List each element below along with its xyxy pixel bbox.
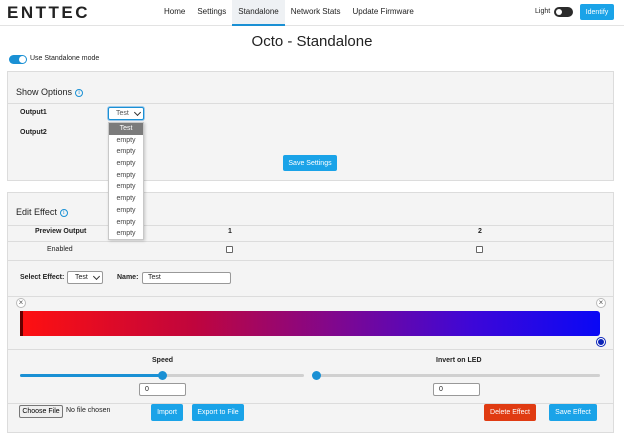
select-effect-dropdown[interactable]: Test [67, 271, 103, 284]
invert-label: Invert on LED [436, 357, 482, 364]
standalone-mode-label: Use Standalone mode [30, 55, 100, 62]
theme-toggle[interactable] [554, 7, 573, 17]
invert-slider[interactable] [312, 371, 600, 380]
divider [8, 296, 613, 297]
save-effect-button[interactable]: Save Effect [549, 404, 597, 421]
export-to-file-button[interactable]: Export to File [192, 404, 244, 421]
enabled-label: Enabled [47, 246, 73, 253]
info-icon[interactable]: i [75, 89, 84, 97]
dropdown-option[interactable]: empty [109, 228, 143, 240]
gradient-start-handle[interactable] [20, 311, 23, 336]
speed-slider-fill [20, 374, 162, 377]
nav-standalone[interactable]: Standalone [232, 0, 285, 26]
output-col-2: 2 [478, 228, 482, 235]
nav-network-stats[interactable]: Network Stats [285, 0, 347, 26]
select-effect-value: Test [75, 274, 88, 281]
gradient-stop-handle[interactable] [597, 338, 605, 346]
invert-input-value: 0 [439, 386, 443, 393]
divider [8, 241, 613, 242]
output1-dropdown-list: Test empty empty empty empty empty empty empty e… [108, 122, 144, 240]
chevron-down-icon [92, 272, 101, 281]
dropdown-option[interactable]: empty [109, 193, 143, 205]
nav-settings[interactable]: Settings [191, 0, 232, 26]
enabled-output-1-checkbox[interactable] [226, 246, 233, 253]
dropdown-option[interactable]: empty [109, 170, 143, 182]
close-icon[interactable]: × [596, 298, 606, 308]
chevron-down-icon [133, 108, 142, 117]
import-button[interactable]: Import [151, 404, 183, 421]
enttec-logo: ENTTEC [7, 3, 90, 22]
no-file-label: No file chosen [66, 407, 111, 414]
nav-home[interactable]: Home [158, 0, 191, 26]
dropdown-option[interactable]: empty [109, 217, 143, 229]
divider [8, 349, 613, 350]
show-options-heading: Show Options i [16, 87, 84, 97]
nav-update-firmware[interactable]: Update Firmware [347, 0, 420, 26]
identify-button[interactable]: Identify [580, 4, 614, 20]
name-label: Name: [117, 274, 139, 281]
info-icon[interactable]: i [59, 209, 68, 217]
output1-label: Output1 [20, 109, 47, 116]
theme-label: Light [535, 8, 551, 15]
select-effect-label: Select Effect: [20, 274, 65, 281]
delete-effect-button[interactable]: Delete Effect [484, 404, 536, 421]
preview-output-label: Preview Output [35, 228, 87, 235]
edit-effect-title: Edit Effect [16, 207, 57, 217]
dropdown-option[interactable]: Test [109, 123, 143, 135]
divider [8, 103, 613, 104]
dropdown-option[interactable]: empty [109, 146, 143, 158]
invert-slider-thumb[interactable] [312, 371, 321, 380]
close-icon[interactable]: × [16, 298, 26, 308]
output2-label: Output2 [20, 129, 47, 136]
main-nav: Home Settings Standalone Network Stats U… [158, 0, 420, 26]
output1-select[interactable]: Test [108, 107, 144, 120]
page-title: Octo - Standalone [251, 33, 373, 50]
speed-slider-thumb[interactable] [158, 371, 167, 380]
output1-select-value: Test [116, 110, 129, 117]
standalone-mode-toggle[interactable] [9, 55, 27, 64]
choose-file-button[interactable]: Choose File [19, 405, 63, 418]
save-settings-button[interactable]: Save Settings [283, 155, 337, 171]
dropdown-option[interactable]: empty [109, 158, 143, 170]
effect-name-value: Test [148, 274, 161, 281]
dropdown-option[interactable]: empty [109, 135, 143, 147]
invert-input[interactable]: 0 [433, 383, 480, 396]
color-gradient-bar[interactable] [20, 311, 600, 336]
output-col-1: 1 [228, 228, 232, 235]
speed-input-value: 0 [145, 386, 149, 393]
enabled-output-2-checkbox[interactable] [476, 246, 483, 253]
speed-slider[interactable] [20, 371, 304, 380]
top-navigation-bar: ENTTEC Home Settings Standalone Network … [0, 0, 624, 26]
divider [8, 225, 613, 226]
dropdown-option[interactable]: empty [109, 181, 143, 193]
edit-effect-heading: Edit Effect i [16, 207, 68, 217]
effect-name-input[interactable]: Test [142, 272, 231, 284]
speed-label: Speed [152, 357, 174, 364]
show-options-title: Show Options [16, 87, 73, 97]
speed-input[interactable]: 0 [139, 383, 186, 396]
dropdown-option[interactable]: empty [109, 205, 143, 217]
divider [8, 260, 613, 261]
